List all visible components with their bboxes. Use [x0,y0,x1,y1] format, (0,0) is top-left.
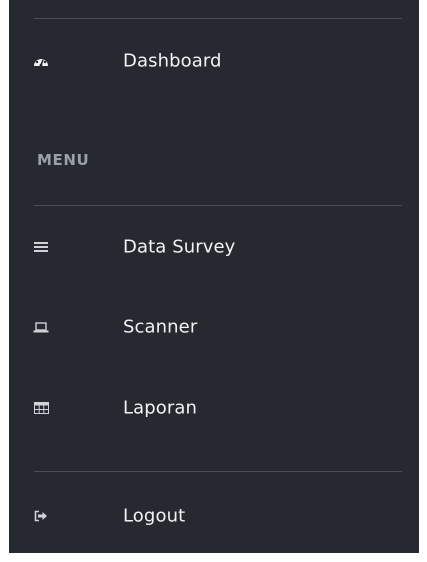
top-divider [34,18,402,19]
sidebar-item-label: Laporan [123,397,198,419]
dashboard-gauge-icon [33,54,49,68]
sign-out-icon [33,509,49,523]
sidebar: Dashboard MENU Data Survey Scanner Lapor… [9,0,419,553]
sidebar-item-label: Data Survey [123,236,236,258]
sidebar-item-label: Logout [123,505,186,527]
sidebar-item-laporan[interactable]: Laporan [9,383,419,433]
laptop-icon [33,320,49,334]
bottom-divider [34,471,402,472]
sidebar-item-label: Dashboard [123,50,222,72]
list-lines-icon [33,240,49,254]
sidebar-item-data-survey[interactable]: Data Survey [9,222,419,272]
sidebar-item-logout[interactable]: Logout [9,491,419,541]
menu-section-heading: MENU [37,151,90,169]
menu-divider [34,205,402,206]
sidebar-item-dashboard[interactable]: Dashboard [9,36,419,86]
table-grid-icon [33,401,49,415]
sidebar-item-label: Scanner [123,316,198,338]
sidebar-item-scanner[interactable]: Scanner [9,302,419,352]
